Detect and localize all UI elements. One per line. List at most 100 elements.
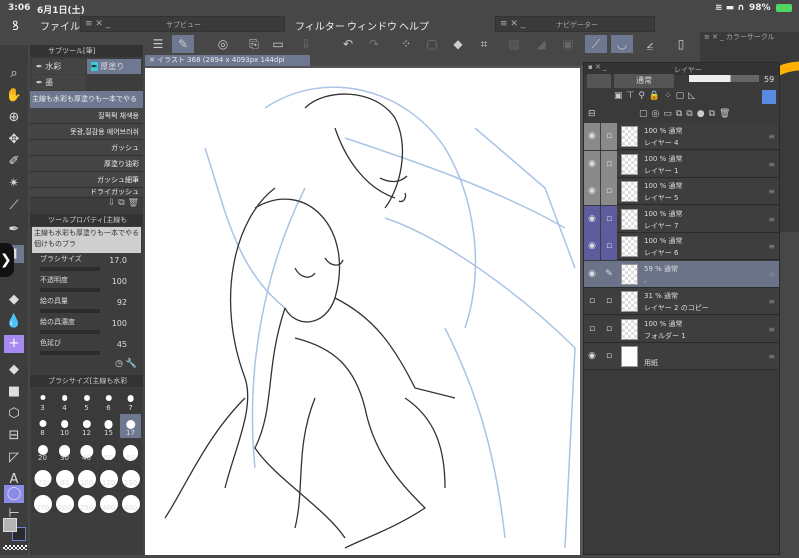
brush-size-cell[interactable]: 60	[120, 439, 141, 463]
clear-icon[interactable]: ▧	[503, 35, 525, 53]
subtool-group-ink[interactable]: ✒ 墨	[32, 75, 86, 90]
fill-tool-icon[interactable]: ◆	[4, 361, 24, 379]
opacity-value[interactable]: 59	[764, 75, 774, 84]
brush-item[interactable]: 厚塗り油彩	[30, 156, 143, 172]
brush-size-cell[interactable]: 40	[76, 439, 97, 463]
brush-size-cell[interactable]: 12	[76, 414, 97, 438]
layer-lock-icons[interactable]: ▣⊤⚲🔒⁘▢◺	[614, 91, 699, 101]
brush-size-cell[interactable]: 300	[98, 489, 119, 513]
brush-size-cell[interactable]: 70	[32, 464, 53, 488]
blend-mode-icon[interactable]	[587, 74, 611, 88]
pen-tool-icon[interactable]: ✒	[4, 221, 24, 239]
close-icon[interactable]: ▪ ✕ _	[584, 63, 607, 71]
drag-handle-icon[interactable]: ≡	[768, 242, 775, 251]
layer-view-icon[interactable]: ⊟	[588, 109, 596, 119]
prop-value[interactable]: 100	[112, 277, 127, 286]
subtool-group-thick-paint[interactable]: ✒ 厚塗り	[87, 59, 141, 74]
brush-item[interactable]: 못광,질감용 에어브러쉬	[30, 124, 143, 140]
layer-row[interactable]: ◉ ▫ 用紙 ≡	[584, 343, 779, 370]
crop-icon[interactable]: ▢	[421, 35, 443, 53]
menu-icon[interactable]: ☰	[147, 35, 169, 53]
brush-size-cell[interactable]: 3	[32, 389, 53, 413]
brush-item[interactable]: ガッシュ細筆	[30, 172, 143, 188]
brush-item[interactable]: ドライガッシュ	[30, 188, 143, 198]
brush-size-cell[interactable]: 120	[98, 464, 119, 488]
prop-value[interactable]: 45	[117, 340, 127, 349]
brush-size-cell[interactable]: 20	[32, 439, 53, 463]
menu-window[interactable]: ウィンドウ	[347, 18, 397, 33]
prop-opacity[interactable]: 不透明度 100	[30, 275, 143, 296]
visibility-eye-icon[interactable]: ▫	[584, 288, 600, 315]
layer-row[interactable]: ◉ ▫ 100 % 通常 レイヤー 6 ≡	[584, 233, 779, 260]
edit-icon[interactable]: ✎	[172, 35, 194, 53]
drag-handle-icon[interactable]: ≡	[768, 352, 775, 361]
clip-icon[interactable]	[762, 90, 776, 104]
menu-help[interactable]: ヘルプ	[399, 18, 429, 33]
trash-icon[interactable]: 🗑	[128, 198, 139, 208]
brush-size-cell[interactable]: 100	[76, 464, 97, 488]
transparent-color-swatch[interactable]	[3, 545, 27, 550]
edit-pen-icon[interactable]: ✎	[601, 261, 617, 288]
layer-row[interactable]: ◉ ▫ 100 % 通常 レイヤー 1 ≡	[584, 150, 779, 178]
visibility-eye-icon[interactable]: ◉	[584, 123, 600, 150]
visibility-eye-icon[interactable]: ▫	[584, 316, 600, 343]
visibility-eye-icon[interactable]: ◉	[584, 178, 600, 205]
prop-brush-size[interactable]: ブラシサイズ 17.0	[30, 254, 143, 275]
blend-mode-select[interactable]: 通常	[614, 74, 674, 88]
close-icon[interactable]: ≡ ✕ _	[85, 19, 110, 29]
prop-value[interactable]: 100	[112, 319, 127, 328]
layer-checkbox[interactable]: ▫	[601, 205, 617, 233]
drag-handle-icon[interactable]: ≡	[768, 160, 775, 169]
brush-size-cell[interactable]: 250	[76, 489, 97, 513]
close-icon[interactable]: ≡ ✕ _	[700, 33, 724, 41]
layer-row[interactable]: ◉ ▫ 100 % 通常 レイヤー 4 ≡	[584, 123, 779, 150]
save-icon[interactable]: ⇩	[295, 35, 317, 53]
layer-checkbox[interactable]: ▫	[601, 316, 617, 343]
drag-handle-icon[interactable]: ≡	[768, 132, 775, 141]
document-tab[interactable]: ✕ イラスト 368 (2894 x 4093px 144dpi 58.6%)	[145, 55, 310, 75]
balloon-tool-icon[interactable]: ◯	[4, 485, 24, 503]
drag-handle-icon[interactable]: ≡	[768, 270, 775, 279]
gradient-tool-icon[interactable]: ■	[4, 383, 24, 401]
layer-checkbox[interactable]: ▫	[601, 343, 617, 370]
brush-size-cell[interactable]: 400	[120, 489, 141, 513]
tone-icon[interactable]: ◢	[530, 35, 552, 53]
brush-size-cell[interactable]: 170	[32, 489, 53, 513]
redo-icon[interactable]: ↷	[363, 35, 385, 53]
close-icon[interactable]: ≡ ✕ _	[500, 19, 525, 29]
drawing-canvas[interactable]	[145, 68, 580, 555]
layer-row[interactable]: ◉ ▫ 100 % 通常 レイヤー 5 ≡	[584, 178, 779, 205]
layer-checkbox[interactable]: ▫	[601, 288, 617, 315]
prop-paint-amount[interactable]: 絵の具量 92	[30, 296, 143, 317]
layer-row[interactable]: ▫ ▫ 31 % 通常 レイヤー 2 のコピー ≡	[584, 288, 779, 315]
navigator-panel-header[interactable]: ≡ ✕ _ ナビゲーター	[495, 16, 655, 32]
layer-row[interactable]: ◉ ✎ 59 % 通常 , ≡	[584, 260, 779, 288]
brush-item-selected[interactable]: 主線も水彩も厚塗りも一本でやる	[30, 91, 143, 108]
drag-handle-icon[interactable]: ≡	[768, 187, 775, 196]
brush-size-cell[interactable]: 7	[120, 389, 141, 413]
brush-size-cell[interactable]: 5	[76, 389, 97, 413]
brush-size-cell[interactable]: 15	[98, 414, 119, 438]
ruler-tool-icon[interactable]: ◸	[4, 449, 24, 467]
layer-checkbox[interactable]: ▫	[601, 150, 617, 178]
brush-size-cell[interactable]: 8	[32, 414, 53, 438]
brush-item[interactable]: ガッシュ	[30, 140, 143, 156]
cloud-icon[interactable]: ◎	[212, 35, 234, 53]
blend-tool-icon[interactable]: 💧	[4, 313, 24, 331]
device-icon[interactable]: ▯	[670, 35, 692, 53]
brush-size-cell[interactable]: 200	[54, 489, 75, 513]
eraser-tool-icon[interactable]: ◆	[4, 291, 24, 309]
brush-size-cell[interactable]: 80	[54, 464, 75, 488]
prop-paint-density[interactable]: 絵の具濃度 100	[30, 317, 143, 338]
undo-icon[interactable]: ↶	[337, 35, 359, 53]
color-circle-header[interactable]: ≡ ✕ _ カラーサークル	[700, 32, 799, 46]
prop-value[interactable]: 92	[117, 298, 127, 307]
deselect-icon[interactable]: ⁘	[395, 35, 417, 53]
figure-tool-icon[interactable]: ⬡	[4, 405, 24, 423]
prop-color-stretch[interactable]: 色延び 45	[30, 338, 143, 359]
brush-size-cell[interactable]: 10	[54, 414, 75, 438]
drag-handle-icon[interactable]: ≡	[768, 215, 775, 224]
decoration-tool-icon[interactable]: +	[4, 335, 24, 353]
layer-checkbox[interactable]: ▫	[601, 233, 617, 260]
selection-pen-icon[interactable]: ✐	[4, 153, 24, 171]
